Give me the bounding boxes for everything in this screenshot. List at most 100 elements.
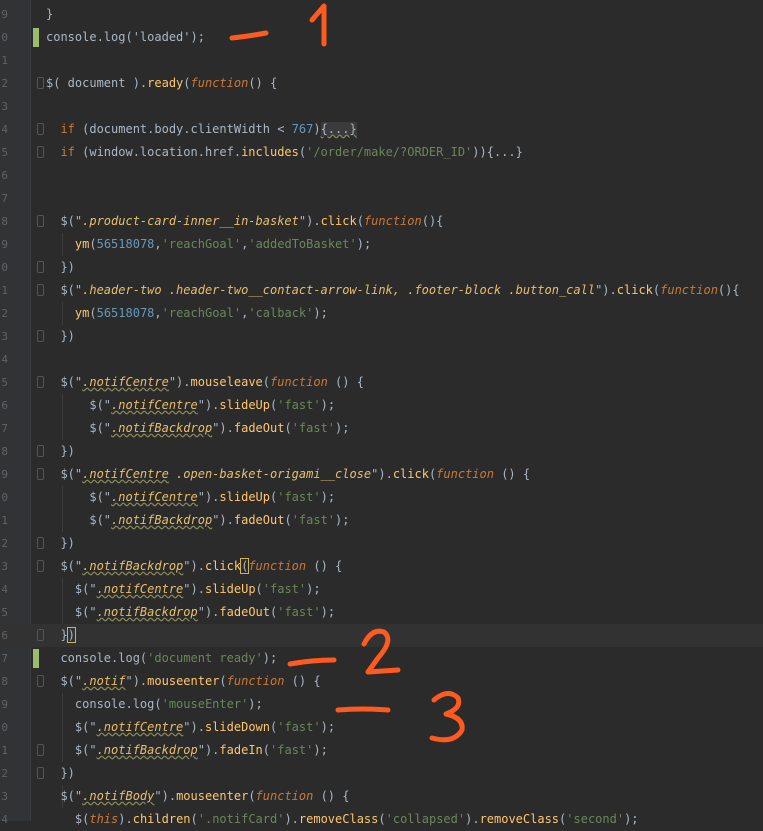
code-token: $(" — [46, 559, 83, 573]
code-token: ( — [378, 812, 386, 826]
code-line[interactable]: 6 }) — [0, 624, 763, 647]
fold-toggle-icon[interactable] — [37, 629, 44, 641]
fold-toggle-icon[interactable] — [37, 146, 44, 158]
fold-toggle-icon[interactable] — [37, 468, 44, 480]
line-number: 5 — [1, 146, 8, 159]
code-token: fadeOut — [233, 513, 285, 527]
code-token: function — [255, 789, 314, 803]
code-token: function — [226, 674, 285, 688]
line-number: 6 — [1, 629, 8, 642]
code-token: if — [60, 145, 75, 159]
code-line[interactable]: 7 $(".notifBackdrop").fadeOut('fast'); — [0, 417, 763, 440]
code-token: "). — [125, 674, 148, 688]
code-text: $(this).children('.notifCard').removeCla… — [46, 808, 639, 831]
code-line[interactable]: 9} — [0, 3, 763, 26]
code-line[interactable]: 2 }) — [0, 532, 763, 555]
line-number: 3 — [1, 330, 8, 343]
code-line[interactable]: 2 $( document ).ready(function() { — [0, 72, 763, 95]
line-number: 8 — [1, 215, 8, 228]
code-line[interactable]: 0 }) — [0, 256, 763, 279]
code-token: ( — [190, 812, 198, 826]
code-line[interactable]: 3 — [0, 95, 763, 118]
code-token: } — [46, 628, 68, 642]
fold-toggle-icon[interactable] — [37, 284, 44, 296]
code-token: {...} — [320, 122, 357, 136]
line-number: 3 — [1, 560, 8, 573]
line-number: 3 — [1, 790, 8, 803]
code-token: console.log('loaded'); — [46, 30, 205, 44]
code-line[interactable]: 9 console.log('mouseEnter'); — [0, 693, 763, 716]
code-line[interactable]: 0 console.log('loaded'); — [0, 26, 763, 49]
fold-toggle-icon[interactable] — [37, 675, 44, 687]
line-number: 0 — [1, 261, 8, 274]
code-line[interactable]: 4 $(".notifCentre").slideUp('fast'); — [0, 578, 763, 601]
code-token: fadeOut — [233, 421, 285, 435]
code-line[interactable]: 1 — [0, 49, 763, 72]
code-token: .notifBackdrop — [82, 559, 184, 573]
fold-toggle-icon[interactable] — [37, 744, 44, 756]
code-text: if (window.location.href.includes('/orde… — [46, 141, 522, 164]
code-token: () { — [284, 674, 321, 688]
fold-toggle-icon[interactable] — [37, 215, 44, 227]
code-token: ( — [255, 582, 263, 596]
code-token: slideDown — [204, 720, 270, 734]
code-token: 56518078 — [96, 237, 155, 251]
code-token: .notifBody — [82, 789, 155, 803]
code-token: $(" — [46, 605, 97, 619]
fold-toggle-icon[interactable] — [37, 261, 44, 273]
code-token: function — [190, 76, 249, 90]
code-line[interactable]: 4 — [0, 348, 763, 371]
code-token: click — [204, 559, 242, 573]
code-line[interactable]: 0 $(".notifCentre").slideUp('fast'); — [0, 486, 763, 509]
code-line[interactable]: 8 $(".product-card-inner__in-basket").cl… — [0, 210, 763, 233]
fold-toggle-icon[interactable] — [37, 330, 44, 342]
code-line[interactable]: 9 ym(56518078,'reachGoal','addedToBasket… — [0, 233, 763, 256]
fold-toggle-icon[interactable] — [37, 537, 44, 549]
line-number: 9 — [1, 468, 8, 481]
code-line[interactable]: 6 — [0, 164, 763, 187]
code-token: 'second' — [566, 812, 625, 826]
code-line[interactable]: 3 $(".notifBody").mouseenter(function ()… — [0, 785, 763, 808]
code-line[interactable]: 1 $(".notifBackdrop").fadeOut('fast'); — [0, 509, 763, 532]
code-line[interactable]: 1 $(".header-two .header-two__contact-ar… — [0, 279, 763, 302]
code-line[interactable]: 5 if (window.location.href.includes('/or… — [0, 141, 763, 164]
code-text: }) — [46, 532, 75, 555]
code-text: $(".notifBody").mouseenter(function () { — [46, 785, 349, 808]
code-editor[interactable]: 9} 0 console.log('loaded'); 1 2 $( document )… — [0, 0, 763, 826]
code-line[interactable]: 4 if (document.body.clientWidth < 767){.… — [0, 118, 763, 141]
fold-toggle-icon[interactable] — [37, 77, 44, 89]
fold-toggle-icon[interactable] — [37, 123, 44, 135]
code-text: }) — [46, 624, 76, 647]
code-line[interactable]: 5 $(".notifBackdrop").fadeOut('fast'); — [0, 601, 763, 624]
code-token: () { — [327, 375, 364, 389]
code-line[interactable]: 1 $(".notifBackdrop").fadeIn('fast'); — [0, 739, 763, 762]
code-line[interactable]: 7 — [0, 187, 763, 210]
code-text: $(".notifBackdrop").fadeOut('fast'); — [46, 509, 349, 532]
code-token: ) — [313, 122, 321, 136]
code-line[interactable]: 6 $(".notifCentre").slideUp('fast'); — [0, 394, 763, 417]
code-line[interactable]: 3 $(".notifBackdrop").click(function () … — [0, 555, 763, 578]
code-text: $(".notifBackdrop").fadeOut('fast'); — [46, 601, 335, 624]
code-line[interactable]: 9 $(".notifCentre .open-basket-origami__… — [0, 463, 763, 486]
code-token: } — [46, 7, 54, 21]
line-number: 2 — [1, 767, 8, 780]
code-token: }) — [46, 444, 75, 458]
fold-toggle-icon[interactable] — [37, 376, 44, 388]
code-line[interactable]: 0 $(".notifCentre").slideDown('fast'); — [0, 716, 763, 739]
fold-toggle-icon[interactable] — [37, 767, 44, 779]
code-line[interactable]: 5 $(".notifCentre").mouseleave(function … — [0, 371, 763, 394]
fold-toggle-icon[interactable] — [37, 445, 44, 457]
code-token: function — [363, 214, 422, 228]
code-token: }) — [46, 536, 75, 550]
code-line[interactable]: 2 }) — [0, 762, 763, 785]
code-line[interactable]: 2 ym(56518078,'reachGoal','calback'); — [0, 302, 763, 325]
code-line[interactable]: 3 }) — [0, 325, 763, 348]
fold-toggle-icon[interactable] — [37, 560, 44, 572]
code-token: 'fast' — [291, 421, 336, 435]
code-line[interactable]: 7 console.log('document ready'); — [0, 647, 763, 670]
code-line[interactable]: 4 $(this).children('.notifCard').removeC… — [0, 808, 763, 831]
code-line[interactable]: 8 }) — [0, 440, 763, 463]
code-text: $(".notifCentre").mouseleave(function ()… — [46, 371, 364, 394]
code-line[interactable]: 8 $(".notif").mouseenter(function () { — [0, 670, 763, 693]
